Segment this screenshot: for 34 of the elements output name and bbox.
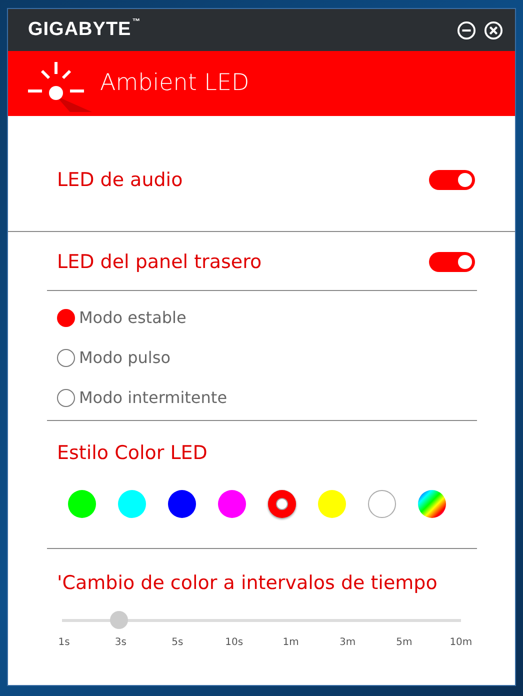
radio-button[interactable] (57, 389, 75, 407)
radio-label[interactable]: Modo intermitente (79, 386, 228, 410)
color-swatch[interactable] (168, 490, 196, 518)
radio-label[interactable]: Modo pulso (79, 346, 170, 370)
radio-button[interactable] (57, 309, 75, 327)
close-icon[interactable] (484, 20, 503, 40)
tick-label: 10s (224, 636, 244, 650)
tick-label: 1s (57, 636, 71, 650)
trademark-mark: ™ (132, 16, 141, 26)
tick-label: 3s (114, 636, 128, 650)
tick-label: 3m (338, 636, 357, 650)
color-swatch[interactable] (218, 490, 246, 518)
tick-label: 10m (448, 636, 473, 650)
header-title: Ambient LED (100, 69, 250, 98)
tick-label: 1m (282, 636, 300, 650)
setting-label: LED del panel trasero (57, 250, 262, 274)
minimize-icon[interactable] (457, 20, 476, 40)
color-swatch[interactable] (268, 490, 296, 518)
slider-thumb[interactable] (110, 611, 128, 629)
radio-label[interactable]: Modo estable (79, 306, 186, 330)
tick-label: 5s (170, 636, 184, 650)
section-title: Estilo Color LED (56, 441, 208, 466)
tick-label: 5m (395, 636, 414, 650)
brand-name: GIGABYTE (28, 18, 132, 40)
color-swatch[interactable] (318, 490, 346, 518)
color-swatch[interactable] (68, 490, 96, 518)
color-swatch[interactable] (368, 490, 396, 518)
toggle-switch[interactable] (429, 170, 475, 190)
color-swatch[interactable] (418, 490, 446, 518)
toggle-switch[interactable] (429, 252, 475, 272)
color-swatch[interactable] (118, 490, 146, 518)
section-title: 'Cambio de color a intervalos de tiempo (56, 570, 438, 596)
setting-label: LED de audio (57, 168, 183, 193)
radio-button[interactable] (57, 349, 75, 367)
